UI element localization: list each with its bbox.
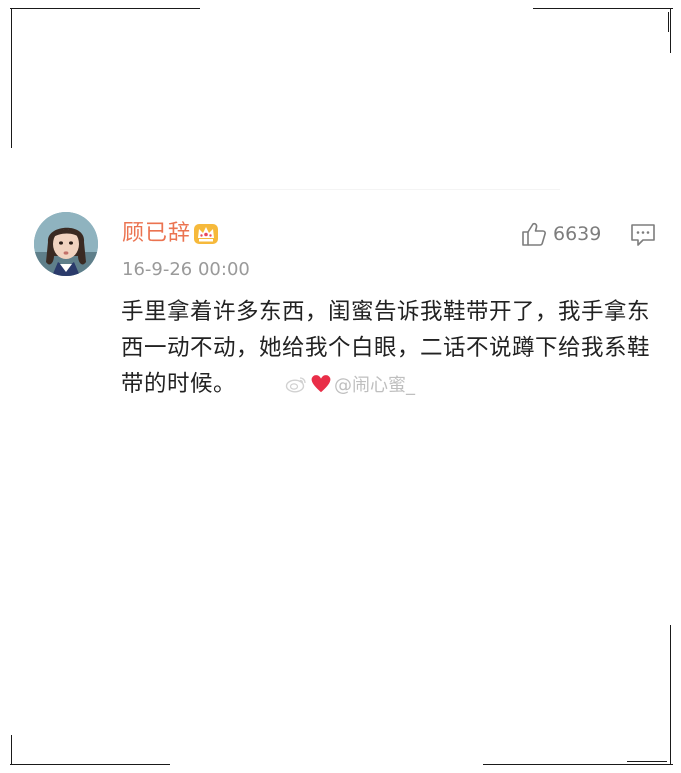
like-count[interactable]: 6639 [553, 222, 601, 246]
watermark: @闹心蜜_ [285, 371, 415, 397]
username[interactable]: 顾已辞 [122, 219, 191, 249]
weibo-icon [285, 377, 306, 393]
crown-icon [194, 224, 218, 244]
heart-icon [310, 373, 332, 394]
watermark-text: @闹心蜜_ [334, 375, 415, 396]
comment-card: 顾已辞 16-9-26 00:00 6639 手里拿着许多东西，闺蜜告诉我鞋带开… [0, 0, 681, 773]
comment-icon[interactable] [630, 223, 656, 247]
comment-timestamp: 16-9-26 00:00 [122, 259, 250, 280]
avatar[interactable] [34, 212, 98, 276]
thumbs-up-icon[interactable] [521, 221, 547, 247]
